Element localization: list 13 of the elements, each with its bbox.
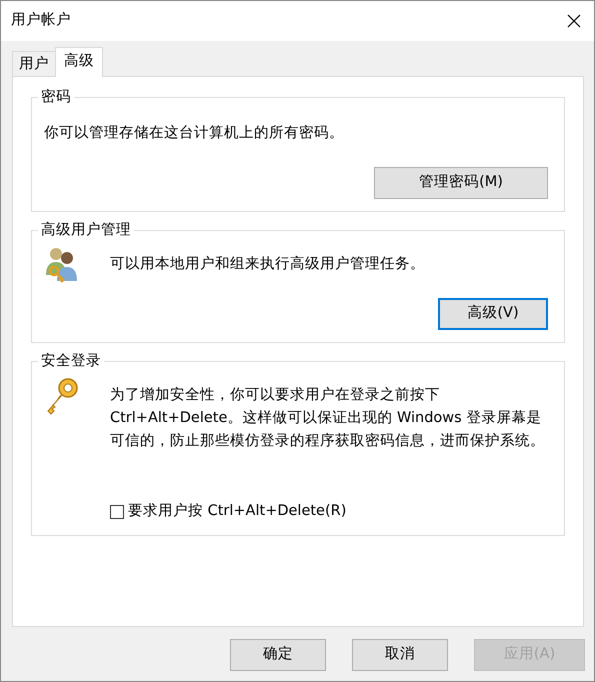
description-text: 你可以管理存储在这台计算机上的所有密码。 bbox=[44, 124, 345, 143]
button[interactable]: 管理密码(M) bbox=[374, 167, 548, 199]
tab[interactable]: 高级 bbox=[55, 47, 103, 77]
description-text: 可以用本地用户和组来执行高级用户管理任务。 bbox=[110, 254, 426, 274]
description-text: 为了增加安全性，你可以要求用户在登录之前按下 Ctrl+Alt+Delete。这样做可以保证出现的 Windows 登录屏幕是可信的，防止那些模仿登录的程序获取密码信息，进而保护系统。 bbox=[110, 386, 546, 451]
checkbox-label: 要求用户按 Ctrl+Alt+Delete(R) bbox=[128, 502, 346, 521]
button[interactable]: 高级(V) bbox=[438, 298, 548, 330]
button[interactable]: 取消 bbox=[352, 639, 448, 671]
window-title: 用户帐户 bbox=[11, 11, 71, 30]
users-icon bbox=[44, 245, 80, 285]
checkbox-box[interactable] bbox=[110, 504, 124, 519]
tab[interactable]: 用户 bbox=[12, 51, 56, 76]
button[interactable]: 确定 bbox=[230, 639, 326, 671]
